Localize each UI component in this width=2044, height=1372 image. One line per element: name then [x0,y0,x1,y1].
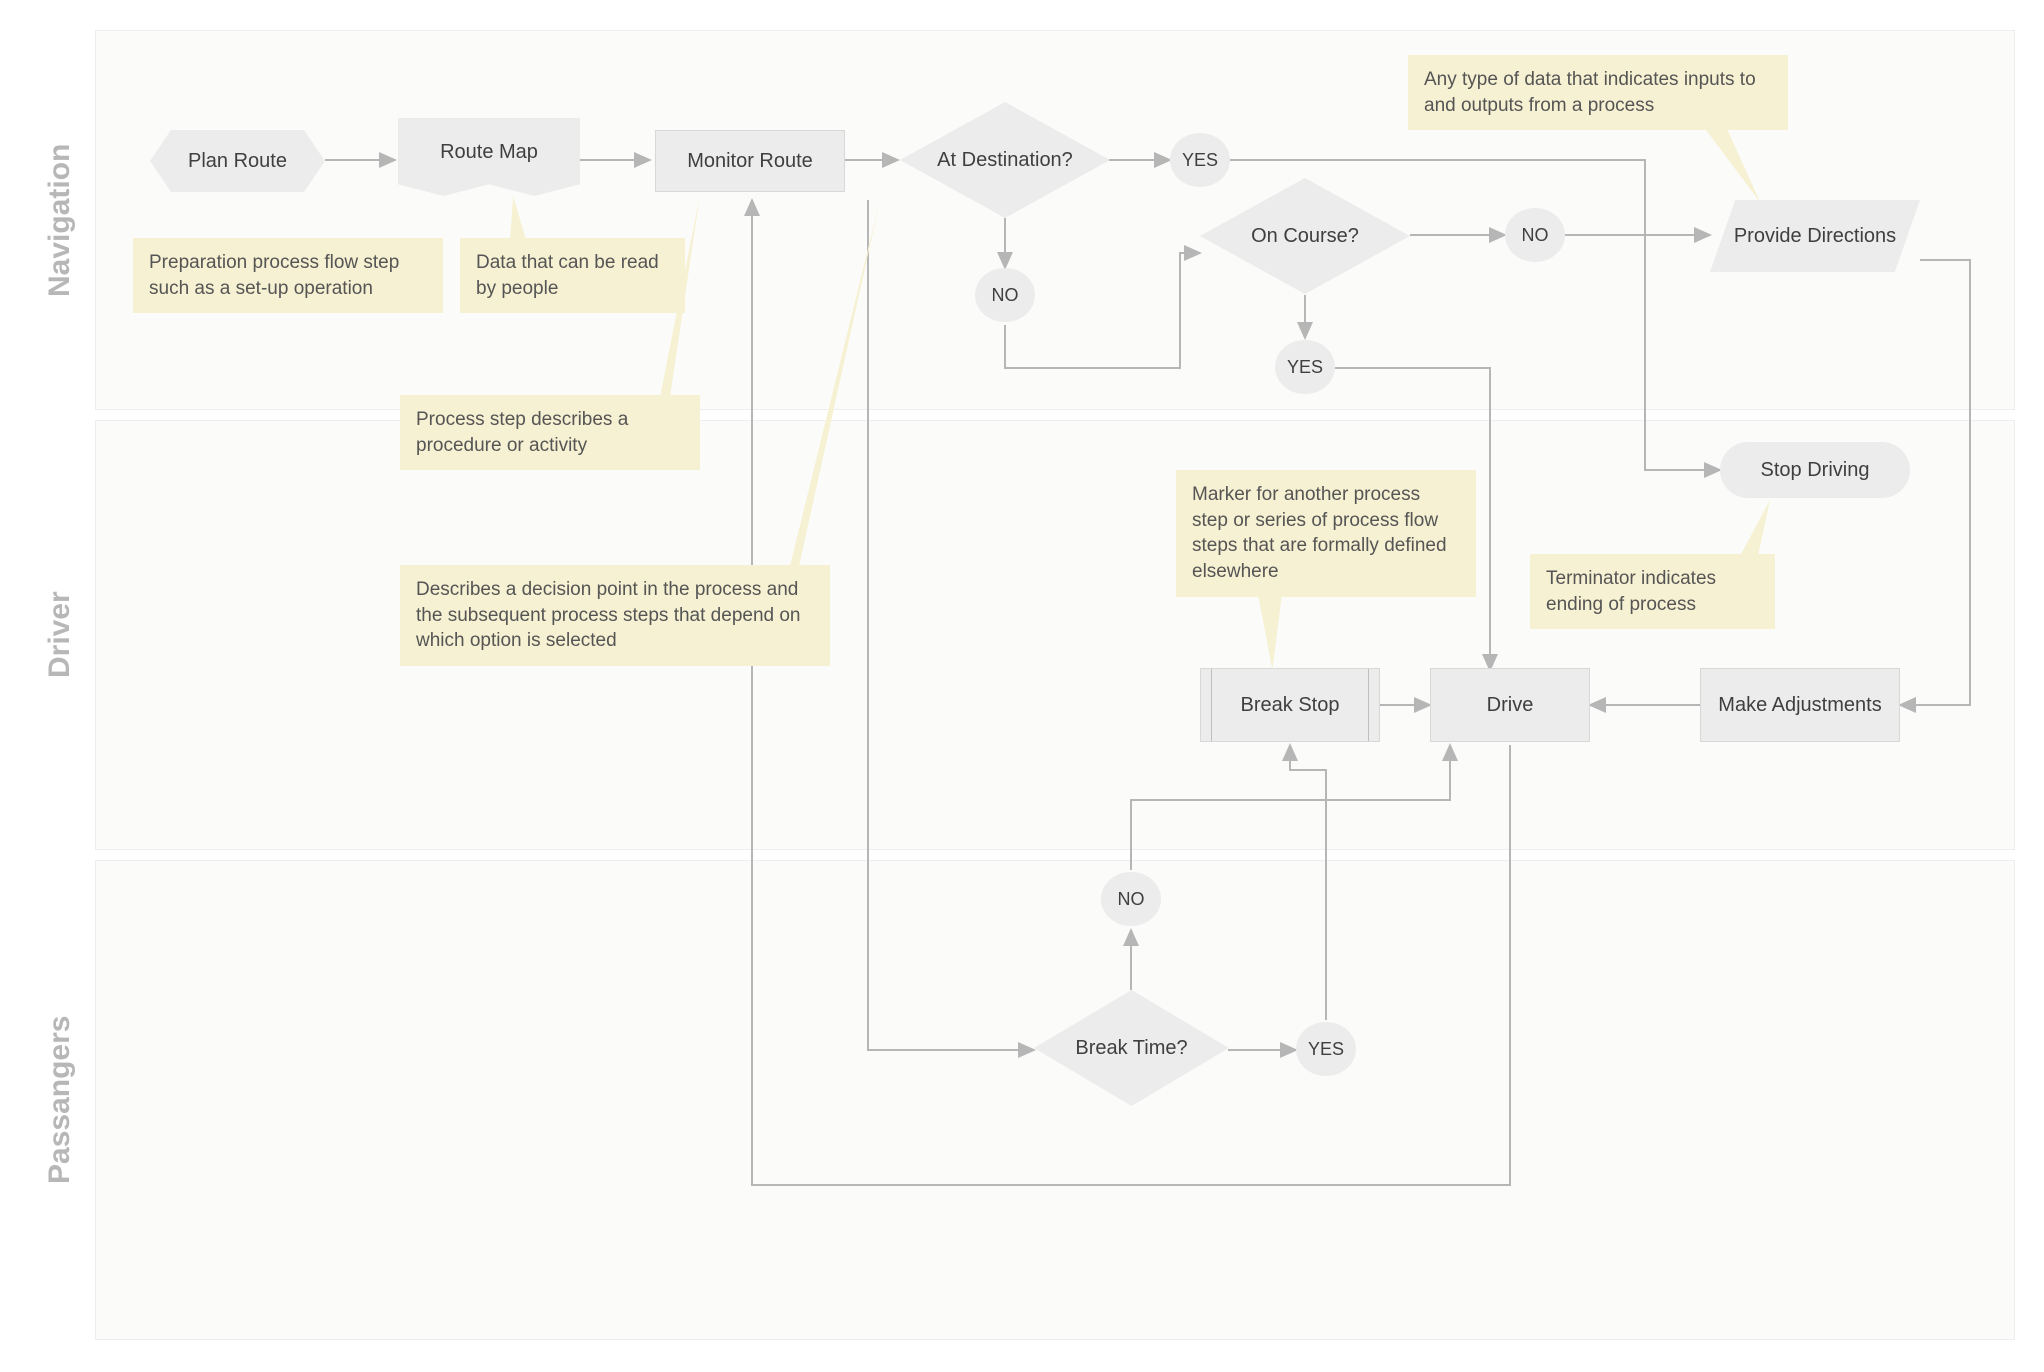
lane-label-passengers: Passangers [30,860,90,1340]
process-drive: Drive [1430,668,1590,742]
process-make-adjustments: Make Adjustments [1700,668,1900,742]
callout-data: Any type of data that indicates inputs t… [1408,55,1788,130]
connector-no-destination: NO [975,268,1035,322]
terminator-stop-driving: Stop Driving [1720,442,1910,498]
connector-no-break: NO [1101,872,1161,926]
callout-predefined: Marker for another process step or serie… [1176,470,1476,597]
callout-terminator: Terminator indicates ending of process [1530,554,1775,629]
preparation-plan-route: Plan Route [150,130,325,192]
process-monitor-route: Monitor Route [655,130,845,192]
lane-labels: Navigation Driver Passangers [30,30,90,1342]
callout-decision: Describes a decision point in the proces… [400,565,830,666]
document-route-map: Route Map [398,118,580,196]
lane-label-driver: Driver [30,420,90,850]
callout-document: Data that can be read by people [460,238,685,313]
swimlane-flowchart: Navigation Driver Passangers [0,0,2044,1372]
connector-no-course: NO [1505,208,1565,262]
lane-passengers [95,860,2015,1340]
predefined-break-stop: Break Stop [1200,668,1380,742]
lane-label-navigation: Navigation [30,30,90,410]
connector-yes-break: YES [1296,1022,1356,1076]
callout-preparation: Preparation process flow step such as a … [133,238,443,313]
connector-yes-destination: YES [1170,133,1230,187]
predefined-break-stop-label: Break Stop [1241,693,1340,718]
connector-yes-course: YES [1275,340,1335,394]
callout-process: Process step describes a procedure or ac… [400,395,700,470]
data-provide-directions: Provide Directions [1710,200,1920,272]
